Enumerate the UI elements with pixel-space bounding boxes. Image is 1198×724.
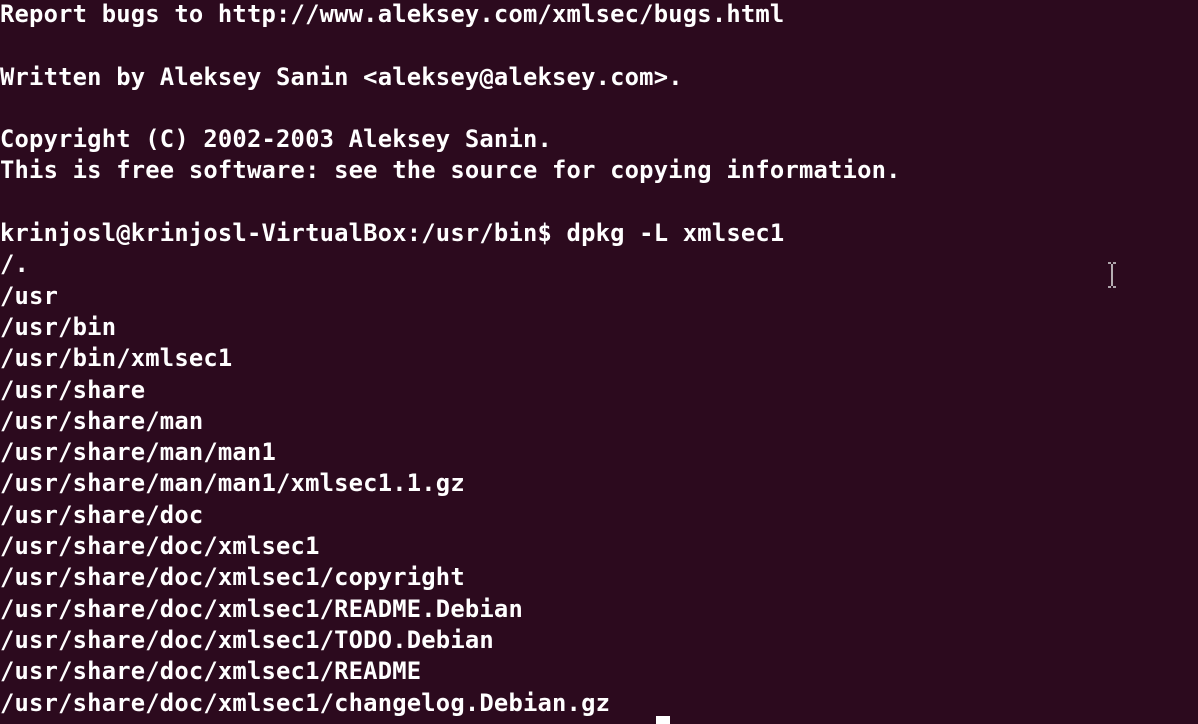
terminal-line: /usr/share/man [0, 406, 204, 435]
terminal-line: /usr/share/doc/xmlsec1/README.Debian [0, 594, 523, 623]
terminal-line: /usr/share/man/man1 [0, 438, 277, 467]
terminal-line: /usr/share/man/man1/xmlsec1.1.gz [0, 469, 465, 498]
terminal-line: Report bugs to http://www.aleksey.com/xm… [0, 0, 785, 28]
terminal-line: /usr/share [0, 375, 146, 404]
terminal-line: This is free software: see the source fo… [0, 156, 901, 185]
terminal-line: /usr/share/doc/xmlsec1/changelog.Debian.… [0, 688, 611, 717]
terminal-line: /usr/bin [0, 312, 117, 341]
terminal-prompt-line: krinjosl@krinjosl-VirtualBox:/usr/bin$ d… [0, 219, 785, 248]
terminal-line: /usr/share/doc [0, 500, 204, 529]
terminal-line: Written by Aleksey Sanin <aleksey@alekse… [0, 62, 683, 91]
terminal-line: /usr/share/doc/xmlsec1 [0, 532, 320, 561]
terminal-line: /usr/share/doc/xmlsec1/README [0, 657, 422, 686]
terminal-line: /usr/share/doc/xmlsec1/copyright [0, 563, 465, 592]
terminal-line: /usr [0, 281, 59, 310]
terminal-line: Copyright (C) 2002-2003 Aleksey Sanin. [0, 125, 553, 154]
terminal-line: /usr/bin/xmlsec1 [0, 344, 233, 373]
terminal-line: /usr/share/doc/xmlsec1/TODO.Debian [0, 625, 494, 654]
text-cursor [656, 716, 670, 724]
terminal-line: /. [0, 250, 30, 279]
text-ibeam-cursor-icon [1107, 262, 1117, 288]
terminal-output: Report bugs to http://www.aleksey.com/xm… [0, 0, 1198, 719]
terminal-window[interactable]: Report bugs to http://www.aleksey.com/xm… [0, 0, 1198, 724]
